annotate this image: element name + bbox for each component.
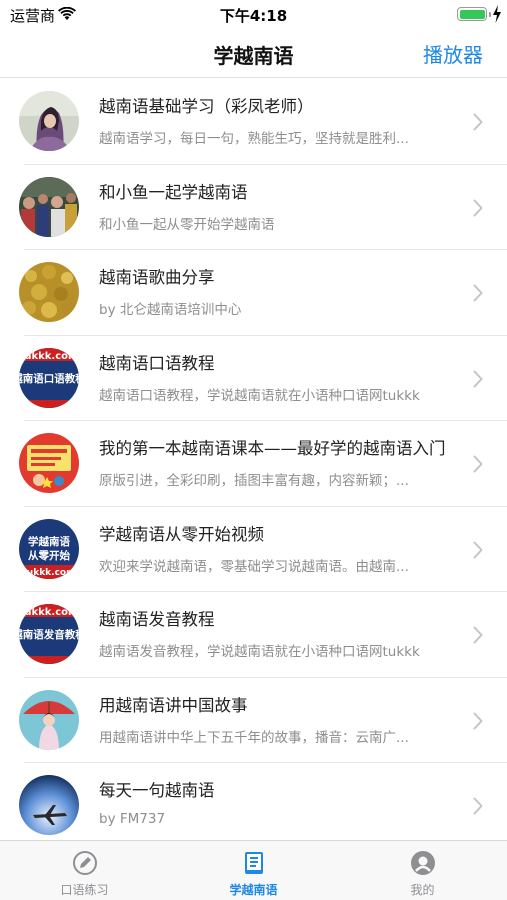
navigation-bar: 学越南语 播放器: [0, 30, 507, 78]
avatar: tukkk.com 越南语发音教程: [19, 604, 79, 664]
tab-learn-vietnamese[interactable]: 学越南语: [169, 841, 338, 900]
list-item[interactable]: tukkk.com 越南语口语教程 越南语口语教程 越南语口语教程，学说越南语就…: [0, 336, 507, 422]
item-title: 我的第一本越南语课本——最好学的越南语入门: [99, 439, 446, 458]
avatar: [19, 689, 79, 750]
chevron-right-icon: [473, 541, 483, 558]
tab-bar: 口语练习 学越南语 我的: [0, 840, 507, 900]
avatar: [19, 262, 79, 322]
chevron-right-icon: [473, 370, 483, 387]
chevron-right-icon: [473, 113, 483, 131]
item-title: 用越南语讲中国故事: [99, 695, 248, 715]
item-title: 越南语基础学习（彩凤老师）: [99, 97, 314, 116]
item-subtitle: 欢迎来学说越南语，零基础学习说越南语。由越南...: [99, 558, 409, 575]
player-button[interactable]: 播放器: [423, 39, 483, 68]
svg-text:tukkk.com: tukkk.com: [23, 568, 76, 578]
tab-label: 我的: [410, 883, 435, 897]
list-item[interactable]: tukkk.com 越南语发音教程 越南语发音教程 越南语发音教程，学说越南语就…: [0, 592, 507, 678]
list-item[interactable]: 和小鱼一起学越南语 和小鱼一起从零开始学越南语: [0, 165, 507, 251]
avatar: [19, 775, 79, 835]
chevron-right-icon: [473, 797, 483, 815]
svg-text:从零开始: 从零开始: [28, 549, 70, 562]
pencil-icon: [73, 851, 97, 875]
list-item[interactable]: 学越南语 从零开始 tukkk.com 学越南语从零开始视频 欢迎来学说越南语，…: [0, 507, 507, 593]
svg-text:tukkk.com: tukkk.com: [20, 607, 79, 618]
item-subtitle: by 北仑越南语培训中心: [99, 302, 242, 318]
status-time: 下午4:18: [219, 7, 288, 25]
course-list: 越南语基础学习（彩凤老师） 越南语学习，每日一句，熟能生巧，坚持就是胜利... …: [0, 79, 507, 840]
charging-bolt-icon: [493, 5, 501, 23]
tab-speaking-practice[interactable]: 口语练习: [0, 841, 169, 900]
svg-text:tukkk.com: tukkk.com: [20, 351, 79, 362]
item-title: 越南语发音教程: [99, 610, 215, 629]
svg-text:学越南语: 学越南语: [28, 535, 70, 548]
tab-label: 口语练习: [60, 883, 109, 897]
item-subtitle: 用越南语讲中华上下五千年的故事，播音：云南广...: [99, 729, 409, 746]
chevron-right-icon: [473, 199, 483, 216]
item-subtitle: 越南语发音教程，学说越南语就在小语种口语网tukkk: [99, 644, 420, 660]
chevron-right-icon: [473, 712, 483, 729]
list-item[interactable]: 我的第一本越南语课本——最好学的越南语入门 原版引进，全彩印刷，插图丰富有趣，内…: [0, 421, 507, 507]
item-title: 越南语口语教程: [99, 353, 215, 373]
item-title: 越南语歌曲分享: [99, 268, 215, 287]
item-subtitle: 越南语学习，每日一句，熟能生巧，坚持就是胜利...: [99, 131, 409, 147]
status-bar: 运营商 下午4:18: [0, 0, 507, 30]
battery-icon: [457, 7, 487, 21]
chevron-right-icon: [473, 626, 483, 644]
list-item[interactable]: 越南语基础学习（彩凤老师） 越南语学习，每日一句，熟能生巧，坚持就是胜利...: [0, 79, 507, 165]
svg-text:越南语发音教程: 越南语发音教程: [19, 628, 79, 641]
list-item[interactable]: 越南语歌曲分享 by 北仑越南语培训中心: [0, 250, 507, 336]
list-item[interactable]: 每天一句越南语 by FM737: [0, 763, 507, 840]
chevron-right-icon: [473, 284, 483, 302]
avatar: 学越南语 从零开始 tukkk.com: [19, 518, 79, 579]
avatar: [19, 433, 79, 493]
avatar-text: 越南语口语教程: [19, 372, 79, 385]
avatar: [19, 176, 79, 237]
item-subtitle: 原版引进，全彩印刷，插图丰富有趣，内容新颖；...: [99, 473, 409, 489]
tab-me[interactable]: 我的: [338, 841, 507, 900]
item-subtitle: 越南语口语教程，学说越南语就在小语种口语网tukkk: [99, 387, 420, 404]
profile-icon: [411, 851, 435, 875]
avatar: [19, 91, 79, 151]
book-icon: [245, 852, 263, 874]
item-subtitle: by FM737: [99, 811, 166, 827]
item-title: 每天一句越南语: [99, 781, 215, 800]
item-subtitle: 和小鱼一起从零开始学越南语: [99, 216, 275, 233]
avatar: tukkk.com 越南语口语教程: [19, 347, 79, 408]
tab-label: 学越南语: [229, 883, 278, 897]
item-title: 和小鱼一起学越南语: [99, 182, 248, 202]
chevron-right-icon: [473, 455, 483, 473]
item-title: 学越南语从零开始视频: [99, 524, 264, 544]
battery-cap: [489, 12, 491, 17]
list-item[interactable]: 用越南语讲中国故事 用越南语讲中华上下五千年的故事，播音：云南广...: [0, 678, 507, 764]
